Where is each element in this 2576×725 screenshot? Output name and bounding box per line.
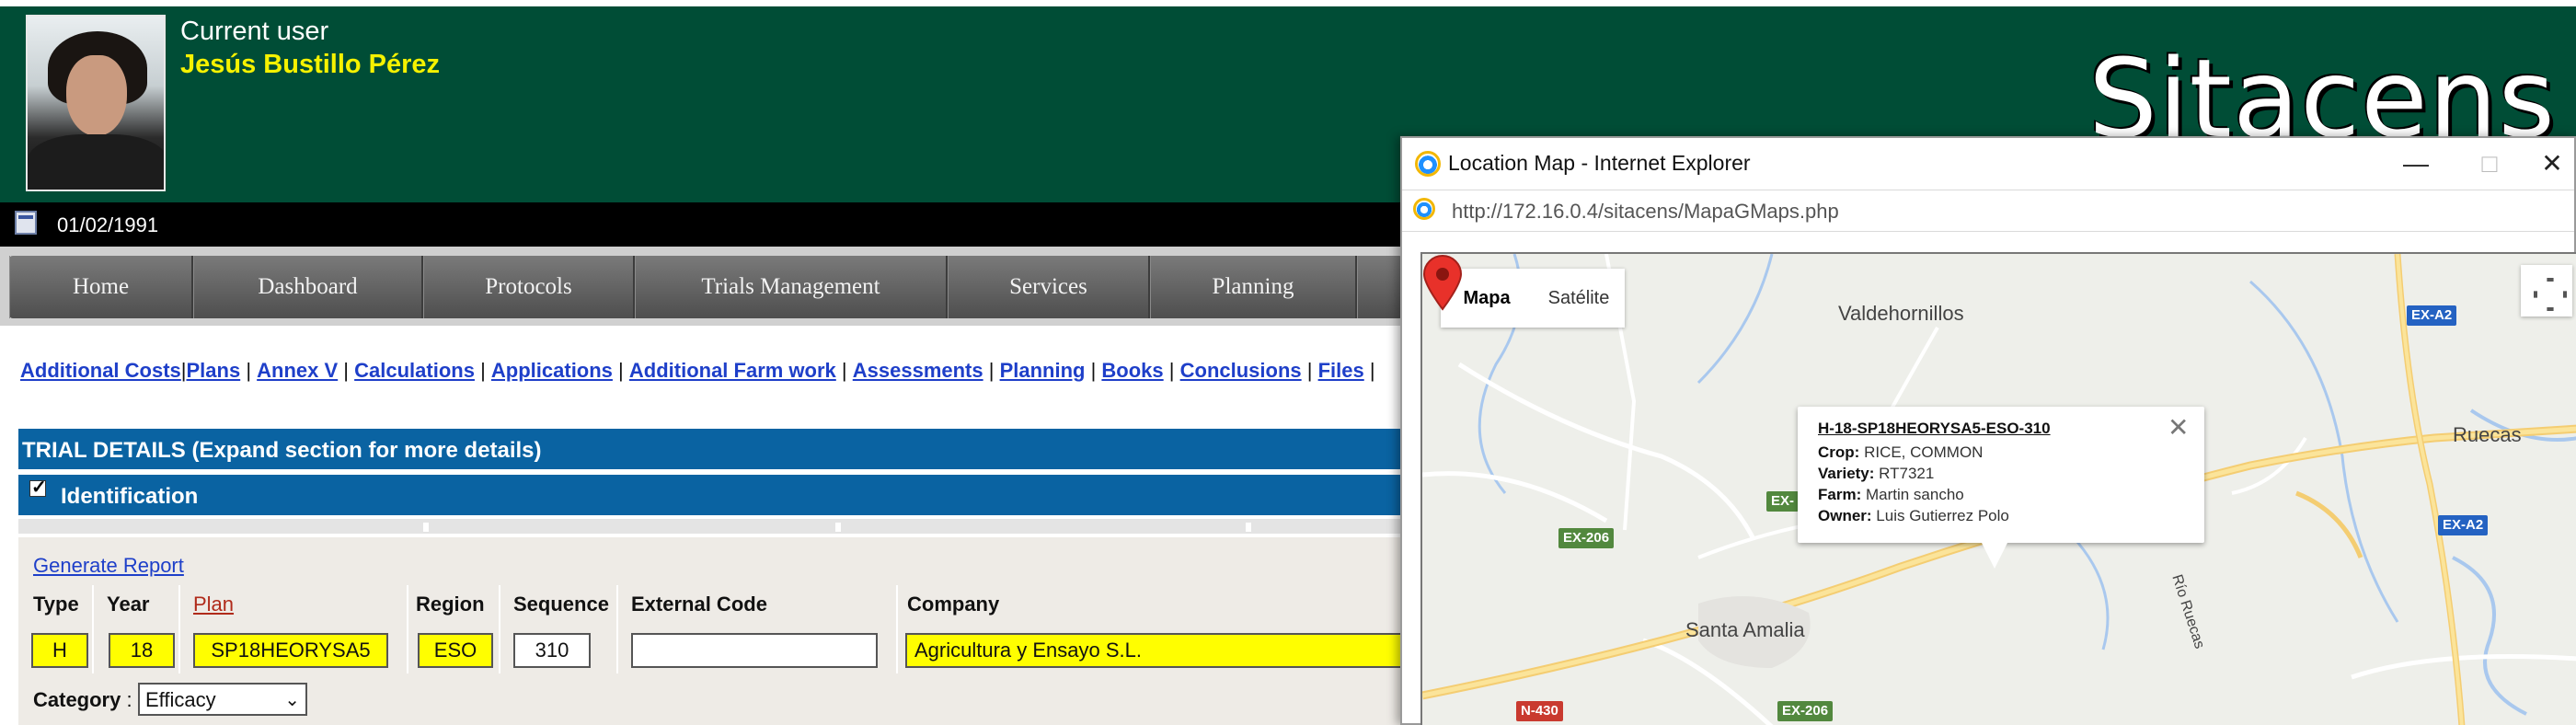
link-plans[interactable]: Plans (187, 359, 241, 382)
link-files[interactable]: Files (1318, 359, 1364, 382)
place-valdehornillos: Valdehornillos (1838, 302, 1964, 325)
page-icon (1413, 198, 1435, 220)
road-label-n-430: N-430 (1516, 701, 1563, 721)
marker-info-window: H-18-SP18HEORYSA5-ESO-310 ✕ Crop: RICE, … (1798, 407, 2204, 569)
avatar-coat (28, 134, 164, 190)
identification-header[interactable]: Identification (18, 475, 1403, 515)
google-map[interactable]: Mapa Satélite Valdehornillos Ruecas Sant… (1420, 252, 2576, 725)
info-title-link[interactable]: H-18-SP18HEORYSA5-ESO-310 (1818, 420, 2158, 438)
col-external-code: External Code (631, 593, 767, 616)
category-select-value: Efficacy (145, 688, 216, 711)
date-bar (0, 202, 1403, 247)
current-date: 01/02/1991 (57, 213, 159, 236)
section-links: Additional Costs|Plans | Annex V | Calcu… (20, 359, 1375, 382)
nav-protocols[interactable]: Protocols (423, 256, 635, 318)
year-field[interactable]: 18 (109, 633, 175, 668)
plan-field[interactable]: SP18HEORYSA5 (193, 633, 388, 668)
avatar-face (66, 55, 127, 136)
link-planning[interactable]: Planning (1000, 359, 1086, 382)
road-label-ex: EX- (1766, 491, 1800, 512)
identification-title: Identification (61, 484, 199, 509)
info-crop: Crop: RICE, COMMON (1818, 443, 1984, 461)
nav-dashboard[interactable]: Dashboard (193, 256, 423, 318)
section-divider-strip (18, 519, 1403, 534)
fullscreen-icon[interactable] (2521, 265, 2572, 316)
current-user-label: Current user (180, 17, 329, 46)
company-field[interactable]: Agricultura y Ensayo S.L. (905, 633, 1420, 668)
address-url[interactable]: http://172.16.0.4/sitacens/MapaGMaps.php (1452, 200, 1839, 224)
link-additional-farm-work[interactable]: Additional Farm work (629, 359, 836, 382)
location-map-window: Location Map - Internet Explorer — □ ✕ h… (1400, 136, 2576, 725)
nav-services[interactable]: Services (948, 256, 1150, 318)
map-type-control: Mapa Satélite (1441, 269, 1625, 328)
nav-overflow[interactable] (1357, 256, 1403, 318)
col-sequence: Sequence (513, 593, 609, 616)
address-bar[interactable]: http://172.16.0.4/sitacens/MapaGMaps.php (1402, 190, 2574, 232)
close-button[interactable]: ✕ (2532, 145, 2572, 182)
region-field[interactable]: ESO (418, 633, 493, 668)
current-user-name: Jesús Bustillo Pérez (180, 50, 441, 79)
nav-home[interactable]: Home (9, 256, 193, 318)
type-field[interactable]: H (31, 633, 88, 668)
col-plan-link[interactable]: Plan (193, 593, 234, 616)
minimize-button[interactable]: — (2396, 145, 2436, 182)
col-type: Type (33, 593, 79, 616)
window-title-bar[interactable]: Location Map - Internet Explorer — □ ✕ (1402, 138, 2574, 190)
trial-details-header[interactable]: TRIAL DETAILS (Expand section for more d… (18, 429, 1403, 469)
sequence-field[interactable]: 310 (513, 633, 591, 668)
window-title: Location Map - Internet Explorer (1448, 151, 1751, 175)
category-select[interactable]: Efficacy ⌄ (138, 683, 307, 716)
road-label-ex-a2-north: EX-A2 (2407, 305, 2457, 326)
map-type-satellite-button[interactable]: Satélite (1533, 269, 1625, 328)
road-label-ex-a2-east: EX-A2 (2438, 515, 2489, 535)
info-close-icon[interactable]: ✕ (2168, 412, 2189, 443)
info-farm: Farm: Martin sancho (1818, 486, 1964, 503)
avatar (26, 15, 166, 191)
top-strip (0, 0, 2576, 6)
link-additional-costs[interactable]: Additional Costs (20, 359, 181, 382)
place-santa-amalia: Santa Amalia (1685, 618, 1805, 641)
identification-checkbox[interactable] (29, 476, 47, 499)
internet-explorer-icon (1415, 151, 1441, 177)
link-assessments[interactable]: Assessments (853, 359, 983, 382)
link-calculations[interactable]: Calculations (354, 359, 475, 382)
road-label-ex-206-west: EX-206 (1558, 528, 1615, 548)
generate-report-link[interactable]: Generate Report (33, 554, 184, 578)
maximize-button[interactable]: □ (2469, 145, 2510, 182)
nav-planning[interactable]: Planning (1150, 256, 1357, 318)
col-year: Year (107, 593, 150, 616)
info-owner: Owner: Luis Gutierrez Polo (1818, 507, 2009, 524)
map-pin-icon[interactable] (1422, 254, 1463, 311)
place-ruecas: Ruecas (2453, 423, 2522, 446)
link-conclusions[interactable]: Conclusions (1180, 359, 1302, 382)
road-label-ex-206-south: EX-206 (1777, 701, 1834, 721)
col-region: Region (416, 593, 485, 616)
link-applications[interactable]: Applications (491, 359, 613, 382)
main-nav: Home Dashboard Protocols Trials Manageme… (0, 247, 1403, 326)
external-code-field[interactable] (631, 633, 878, 668)
calendar-icon[interactable] (15, 211, 37, 235)
info-variety: Variety: RT7321 (1818, 465, 1935, 482)
col-company: Company (907, 593, 1000, 616)
link-books[interactable]: Books (1101, 359, 1163, 382)
category-label: Category : (33, 688, 132, 711)
link-annex[interactable]: Annex V (257, 359, 338, 382)
chevron-down-icon: ⌄ (284, 690, 300, 710)
nav-trials-management[interactable]: Trials Management (635, 256, 948, 318)
